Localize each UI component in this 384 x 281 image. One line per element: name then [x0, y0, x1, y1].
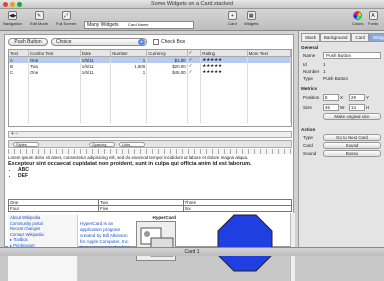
pencil-icon: ✎: [34, 11, 44, 20]
widgets-button[interactable]: ▦ Widgets: [244, 11, 258, 26]
status-bar: Card 1: [0, 247, 384, 256]
add-card-icon: +: [228, 11, 237, 20]
bullet-item: DEF: [18, 173, 292, 179]
table-cell: Four: [7, 205, 100, 212]
ruler: [8, 149, 292, 154]
format-bar: Styles Spacing Lists: [8, 140, 292, 148]
name-label: Name: [303, 53, 316, 58]
title-bar: Some Widgets on a Card.stacked: [0, 0, 384, 9]
size-label: Size: [303, 105, 312, 110]
y-field[interactable]: 29: [349, 94, 365, 101]
table-cell: Five: [98, 205, 184, 212]
color-wheel-icon: [353, 11, 363, 20]
tab-card[interactable]: Card: [351, 33, 369, 42]
app-window: Some Widgets on a Card.stacked ◀▶ Navigat…: [0, 0, 384, 281]
check-box-label: Check Box: [161, 39, 186, 45]
check-box[interactable]: [153, 39, 159, 45]
y-label: Y: [366, 95, 370, 100]
effect-type-label: Type: [303, 135, 313, 140]
styles-popup[interactable]: Styles: [13, 142, 39, 147]
tab-widget[interactable]: Widget: [368, 33, 384, 42]
fonts-button[interactable]: A Fonts: [368, 11, 378, 26]
table-cell: Six: [182, 205, 293, 212]
choice-popup[interactable]: Choice ▾: [51, 38, 147, 46]
toolbar: ◀▶ Navigation ✎ Edit Mode ⤢ Full Screen Man…: [0, 9, 384, 31]
tab-background[interactable]: Background: [319, 33, 352, 42]
edit-mode-button[interactable]: ✎ Edit Mode: [30, 11, 48, 26]
action-type-popup[interactable]: Go to Next Card: [323, 134, 381, 141]
card-name-label: Card Name: [128, 22, 149, 27]
colors-button[interactable]: Colors: [352, 11, 364, 26]
type-label: Type: [303, 76, 313, 81]
arrows-icon: ◀▶: [7, 11, 17, 20]
tab-stack[interactable]: Stack: [301, 33, 320, 42]
empty-row: [9, 117, 291, 123]
octagon-shape[interactable]: [201, 213, 289, 277]
position-label: Position: [303, 95, 320, 100]
name-field[interactable]: Push Button: [323, 52, 381, 59]
lists-popup[interactable]: Lists: [119, 142, 145, 147]
card-label: Card: [303, 143, 313, 148]
metrics-section: Metrics: [301, 86, 318, 91]
type-value: Push Button: [323, 76, 349, 81]
chevron-down-icon: ▾: [138, 39, 145, 45]
card-popup[interactable]: Sound: [323, 142, 381, 149]
card-button[interactable]: + Card: [228, 11, 237, 26]
sound-label: Sound: [303, 151, 317, 156]
number-value: 1: [323, 69, 326, 74]
grid-add-remove[interactable]: + −: [8, 131, 292, 138]
push-button[interactable]: Push Button: [8, 38, 48, 46]
text-table: One Two Three Four Five Six: [7, 199, 293, 212]
spacing-popup[interactable]: Spacing: [89, 142, 115, 147]
inspector-panel: StackBackgroundCardWidget General Name P…: [298, 31, 384, 247]
fonts-icon: A: [368, 11, 378, 20]
w-field[interactable]: 46: [323, 104, 339, 111]
w-label: W: [340, 105, 345, 110]
full-screen-button[interactable]: ⤢ Full Screen: [56, 11, 76, 26]
x-label: X: [340, 95, 344, 100]
widgets-icon: ▦: [246, 11, 256, 20]
number-label: Number: [303, 69, 320, 74]
make-original-size-button[interactable]: Make original size: [323, 113, 381, 120]
fullscreen-icon: ⤢: [61, 11, 71, 20]
x-field[interactable]: 8: [323, 94, 339, 101]
navigation-button[interactable]: ◀▶ Navigation: [3, 11, 22, 26]
h-label: H: [366, 105, 370, 110]
data-grid[interactable]: Text Combo Text Date Number Currency ✓ Rating M…: [8, 49, 292, 127]
sound-popup[interactable]: Bosso: [323, 150, 381, 157]
general-section: General: [301, 45, 319, 50]
card-canvas: Push Button Choice ▾ Check Box Text Combo …: [4, 34, 295, 281]
action-section: Action: [301, 127, 316, 132]
bold-paragraph: Excepteur sint occaecat cupidatat non pr…: [8, 161, 252, 167]
h-field[interactable]: 14: [349, 104, 365, 111]
window-title: Some Widgets on a Card.stacked: [151, 1, 233, 7]
id-label: Id: [303, 62, 307, 67]
id-value: 1: [323, 62, 326, 67]
